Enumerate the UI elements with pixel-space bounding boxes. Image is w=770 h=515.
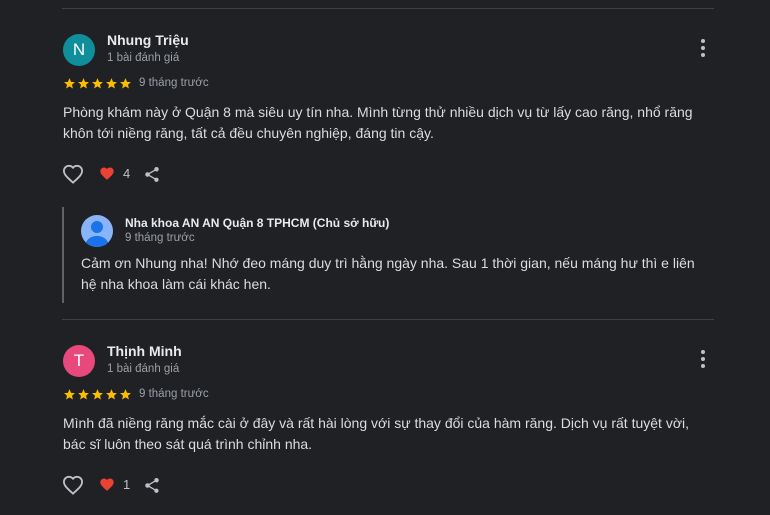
review-count: 1 bài đánh giá: [107, 363, 180, 375]
more-options-button[interactable]: [695, 349, 711, 369]
review-text: Phòng khám này ở Quận 8 mà siêu uy tín n…: [63, 104, 693, 141]
reply-bar: [62, 207, 64, 303]
review-time: 9 tháng trước: [139, 388, 209, 400]
person-icon: [85, 221, 109, 247]
like-count: 1: [99, 477, 130, 492]
review-time: 9 tháng trước: [139, 77, 209, 89]
star-rating: [63, 77, 132, 90]
star-icon: [64, 78, 75, 89]
reviewer-name[interactable]: Thịnh Minh: [107, 343, 182, 359]
owner-name[interactable]: Nha khoa AN AN Quận 8 TPHCM (Chủ sở hữu): [125, 216, 389, 230]
heart-outline-icon: [62, 475, 84, 495]
share-icon: [145, 167, 159, 182]
star-icon: [78, 389, 89, 400]
star-rating: [63, 388, 132, 401]
heart-filled-icon: [100, 478, 114, 491]
like-count-text: 4: [123, 166, 131, 181]
star-icon: [120, 389, 131, 400]
review-count: 1 bài đánh giá: [107, 52, 180, 64]
star-icon: [120, 78, 131, 89]
star-icon: [106, 78, 117, 89]
reply-time: 9 tháng trước: [125, 232, 195, 244]
like-count-text: 1: [123, 477, 131, 492]
reply-text: Cảm ơn Nhung nha! Nhớ đeo máng duy trì h…: [81, 255, 695, 292]
more-options-button[interactable]: [695, 38, 711, 58]
star-icon: [106, 389, 117, 400]
star-icon: [64, 389, 75, 400]
like-button[interactable]: [62, 164, 84, 189]
review-divider: [62, 319, 714, 320]
like-count: 4: [99, 166, 130, 181]
share-icon: [145, 478, 159, 493]
reviewer-name[interactable]: Nhung Triệu: [107, 32, 189, 48]
star-icon: [92, 78, 103, 89]
share-button[interactable]: [143, 165, 161, 189]
star-icon: [78, 78, 89, 89]
avatar[interactable]: T: [63, 345, 95, 377]
owner-avatar[interactable]: [81, 215, 113, 247]
heart-filled-icon: [100, 167, 114, 180]
star-icon: [92, 389, 103, 400]
share-button[interactable]: [143, 476, 161, 500]
top-divider: [62, 8, 714, 9]
like-button[interactable]: [62, 475, 84, 500]
heart-outline-icon: [62, 164, 84, 184]
avatar[interactable]: N: [63, 34, 95, 66]
review-text: Mình đã niềng răng mắc cài ở đây và rất …: [63, 415, 689, 452]
